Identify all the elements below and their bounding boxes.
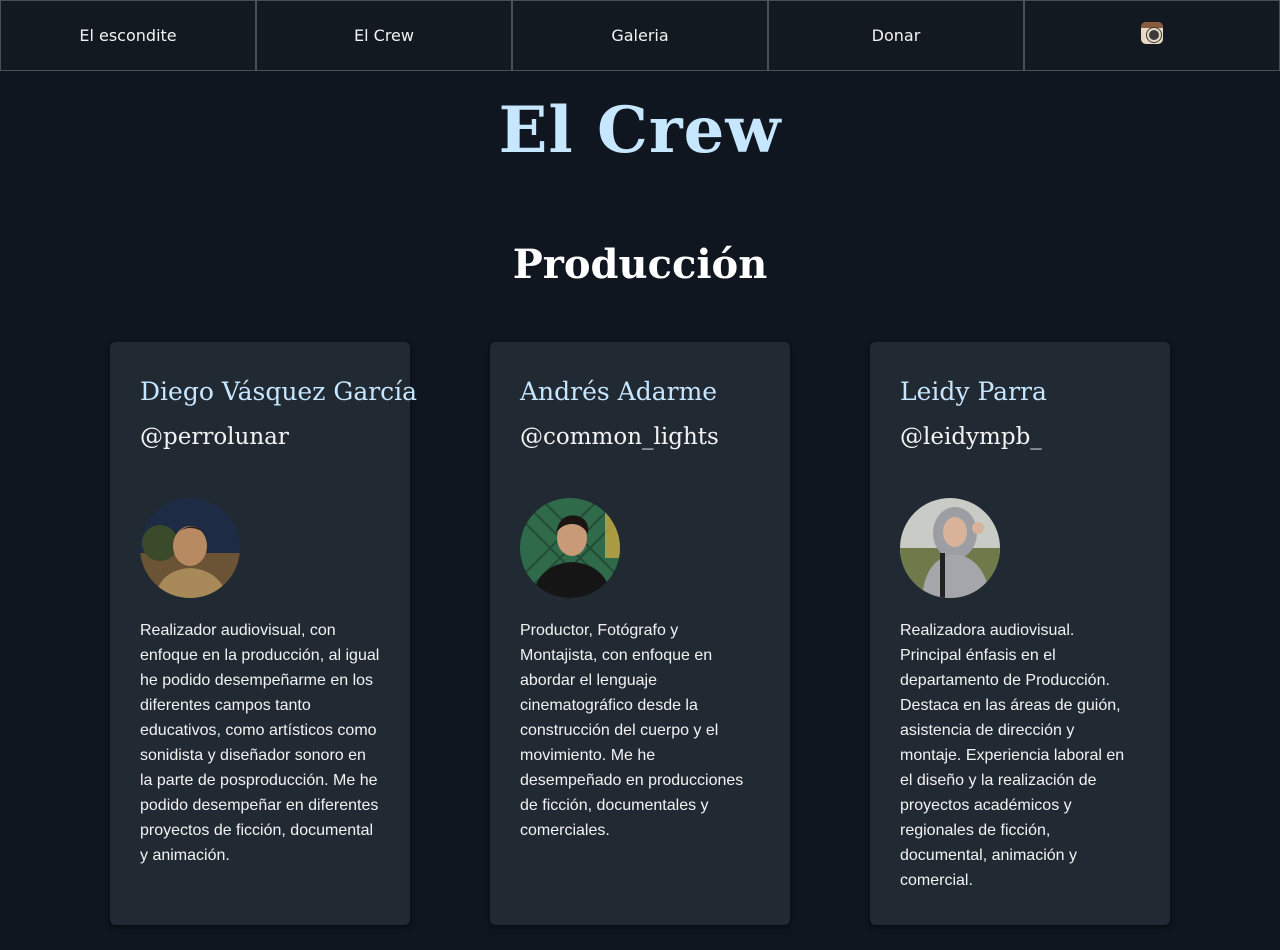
avatar: [900, 498, 1000, 598]
crew-bio: Productor, Fotógrafo y Montajista, con e…: [520, 622, 744, 839]
avatar-photo-icon: [520, 498, 620, 598]
crew-card-andres: Andrés Adarme @common_lights Productor,: [490, 342, 790, 925]
section-title: Producción: [512, 241, 768, 288]
crew-cards: Diego Vásquez García @perrolunar Realiza…: [110, 342, 1170, 925]
nav-item-instagram[interactable]: [1024, 0, 1280, 71]
crew-handle: @perrolunar: [140, 424, 289, 450]
nav-item-galeria[interactable]: Galeria: [512, 0, 768, 71]
avatar-photo-icon: [900, 498, 1000, 598]
nav-item-donar[interactable]: Donar: [768, 0, 1024, 71]
crew-name: Leidy Parra: [900, 377, 1047, 406]
instagram-icon: [1141, 21, 1163, 44]
nav-item-el-escondite[interactable]: El escondite: [0, 0, 256, 71]
crew-card-leidy: Leidy Parra @leidympb_ Realizadora audio…: [870, 342, 1170, 925]
crew-bio: Realizador audiovisual, con enfoque en l…: [140, 622, 380, 864]
page-title: El Crew: [498, 93, 782, 168]
crew-name: Diego Vásquez García: [140, 377, 418, 406]
crew-card-diego: Diego Vásquez García @perrolunar Realiza…: [110, 342, 418, 925]
nav-item-el-crew[interactable]: El Crew: [256, 0, 512, 71]
top-navigation: El escondite El Crew Galeria Donar: [0, 0, 1280, 71]
crew-name: Andrés Adarme: [520, 377, 718, 406]
crew-handle: @common_lights: [520, 424, 719, 450]
avatar: [140, 498, 240, 598]
avatar: [520, 498, 620, 598]
avatar-photo-icon: [140, 498, 240, 598]
crew-bio: Realizadora audiovisual. Principal énfas…: [900, 622, 1125, 889]
crew-handle: @leidympb_: [900, 424, 1042, 450]
